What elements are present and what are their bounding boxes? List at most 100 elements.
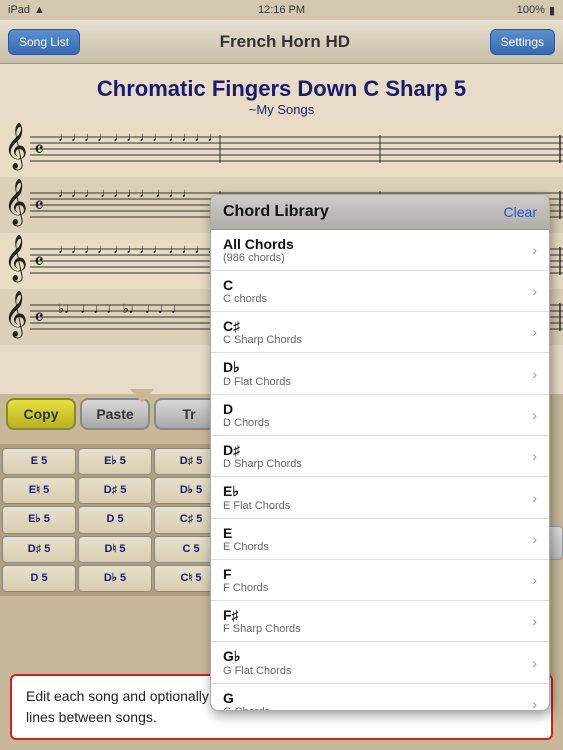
- chord-item-left: C♯ C Sharp Chords: [223, 318, 302, 346]
- key-d5[interactable]: D 5: [78, 506, 152, 533]
- main-area: Chromatic Fingers Down C Sharp 5 ~My Son…: [0, 64, 563, 750]
- key-row-1: E 5 E♭ 5 D♯ 5: [2, 448, 228, 475]
- svg-text:𝄞: 𝄞: [4, 123, 28, 171]
- chord-chevron-icon: ›: [532, 407, 537, 423]
- chord-item-left: C C chords: [223, 277, 267, 305]
- chord-item[interactable]: All Chords (986 chords) ›: [211, 230, 549, 271]
- key-e5[interactable]: E 5: [2, 448, 76, 475]
- chord-item-name: E♭: [223, 483, 290, 500]
- chord-chevron-icon: ›: [532, 655, 537, 671]
- key-db5-2[interactable]: D♭ 5: [78, 565, 152, 592]
- svg-text:𝄞: 𝄞: [4, 291, 28, 339]
- chord-chevron-icon: ›: [532, 366, 537, 382]
- battery-label: 100%: [517, 4, 545, 16]
- key-d5-2[interactable]: D 5: [2, 565, 76, 592]
- chord-item-sub: G Chords: [223, 706, 270, 710]
- song-subtitle: ~My Songs: [0, 102, 563, 121]
- chord-item[interactable]: D♭ D Flat Chords ›: [211, 353, 549, 395]
- key-row-2: E♮ 5 D♯ 5 D♭ 5: [2, 477, 228, 504]
- chord-item-name: D: [223, 401, 269, 417]
- svg-text:♩♩♩♩ ♩♩♩♩ ♩♩♩♩: ♩♩♩♩ ♩♩♩♩ ♩♩♩♩: [58, 129, 221, 144]
- chord-chevron-icon: ›: [532, 696, 537, 710]
- chord-item[interactable]: C♯ C Sharp Chords ›: [211, 312, 549, 353]
- chord-item-name: F♯: [223, 607, 301, 623]
- chord-list: All Chords (986 chords) › C C chords › C…: [211, 230, 549, 710]
- wifi-icon: ▲: [34, 4, 45, 16]
- chord-item-sub: D Sharp Chords: [223, 458, 302, 470]
- chord-item[interactable]: G G Chords ›: [211, 684, 549, 710]
- chord-item-left: D♯ D Sharp Chords: [223, 442, 302, 470]
- svg-text:𝄴: 𝄴: [34, 193, 44, 218]
- chord-item[interactable]: F♯ F Sharp Chords ›: [211, 601, 549, 642]
- chord-item-sub: F Chords: [223, 582, 268, 594]
- chord-item-sub: C chords: [223, 293, 267, 305]
- copy-paste-row: Copy Paste Tr: [0, 394, 230, 434]
- chord-chevron-icon: ›: [532, 448, 537, 464]
- chord-item-left: G♭ G Flat Chords: [223, 648, 291, 677]
- chord-item-name: All Chords: [223, 236, 294, 252]
- chord-item-sub: E Flat Chords: [223, 500, 290, 512]
- key-ds5-3[interactable]: D♯ 5: [2, 536, 76, 563]
- chord-item[interactable]: E♭ E Flat Chords ›: [211, 477, 549, 519]
- chord-item-left: E♭ E Flat Chords: [223, 483, 290, 512]
- chord-item-name: C: [223, 277, 267, 293]
- battery-icon: ▮: [549, 4, 555, 17]
- chord-item-sub: D Flat Chords: [223, 376, 291, 388]
- chord-item[interactable]: D D Chords ›: [211, 395, 549, 436]
- chord-item[interactable]: G♭ G Flat Chords ›: [211, 642, 549, 684]
- chord-library-header: Chord Library Clear: [211, 195, 549, 230]
- svg-text:𝄴: 𝄴: [34, 137, 44, 162]
- chord-item-name: C♯: [223, 318, 302, 334]
- piano-keys: E 5 E♭ 5 D♯ 5 E♮ 5 D♯ 5 D♭ 5 E♭ 5 D 5 C♯…: [0, 444, 230, 596]
- nav-bar: Song List French Horn HD Settings: [0, 20, 563, 64]
- status-bar: iPad ▲ 12:16 PM 100% ▮: [0, 0, 563, 20]
- key-eb5[interactable]: E♭ 5: [78, 448, 152, 475]
- chord-item-name: D♭: [223, 359, 291, 376]
- chord-item[interactable]: E E Chords ›: [211, 519, 549, 560]
- chord-item-left: D D Chords: [223, 401, 269, 429]
- indicator-triangle: [130, 389, 154, 403]
- copy-button[interactable]: Copy: [6, 398, 76, 430]
- chord-clear-button[interactable]: Clear: [504, 204, 537, 220]
- chord-item-left: All Chords (986 chords): [223, 236, 294, 264]
- chord-item[interactable]: C C chords ›: [211, 271, 549, 312]
- chord-item-left: E E Chords: [223, 525, 269, 553]
- svg-text:𝄴: 𝄴: [34, 305, 44, 330]
- chord-item-left: G G Chords: [223, 690, 270, 710]
- svg-text:𝄴: 𝄴: [34, 249, 44, 274]
- chord-item-left: D♭ D Flat Chords: [223, 359, 291, 388]
- chord-chevron-icon: ›: [532, 531, 537, 547]
- chord-item[interactable]: F F Chords ›: [211, 560, 549, 601]
- key-row-5: D 5 D♭ 5 C♮ 5: [2, 565, 228, 592]
- key-row-3: E♭ 5 D 5 C♯ 5: [2, 506, 228, 533]
- svg-text:♭♩ ♩♩♩ ♭♩ ♩♩♩: ♭♩ ♩♩♩ ♭♩ ♩♩♩: [58, 301, 184, 316]
- chord-item-name: G: [223, 690, 270, 706]
- chord-chevron-icon: ›: [532, 490, 537, 506]
- chord-chevron-icon: ›: [532, 572, 537, 588]
- key-en5[interactable]: E♮ 5: [2, 477, 76, 504]
- settings-button[interactable]: Settings: [490, 29, 555, 55]
- chord-item-name: D♯: [223, 442, 302, 458]
- chord-item-sub: F Sharp Chords: [223, 623, 301, 635]
- nav-title: French Horn HD: [220, 32, 350, 52]
- chord-item-sub: G Flat Chords: [223, 665, 291, 677]
- chord-item-sub: D Chords: [223, 417, 269, 429]
- key-ds5-2[interactable]: D♯ 5: [78, 477, 152, 504]
- svg-text:𝄞: 𝄞: [4, 235, 28, 283]
- svg-text:𝄞: 𝄞: [4, 179, 28, 227]
- svg-text:♩♩♩ ♩♩♩♩ ♩♩♩: ♩♩♩ ♩♩♩♩ ♩♩♩: [58, 185, 195, 200]
- key-row-4: D♯ 5 D♮ 5 C 5: [2, 536, 228, 563]
- chord-chevron-icon: ›: [532, 283, 537, 299]
- staff-1: 𝄞 𝄴 ♩♩♩♩ ♩♩♩♩ ♩♩♩♩: [0, 121, 563, 177]
- chord-item-left: F♯ F Sharp Chords: [223, 607, 301, 635]
- chord-item[interactable]: D♯ D Sharp Chords ›: [211, 436, 549, 477]
- key-eb5-2[interactable]: E♭ 5: [2, 506, 76, 533]
- key-dn5[interactable]: D♮ 5: [78, 536, 152, 563]
- chord-item-sub: E Chords: [223, 541, 269, 553]
- svg-text:♩♩♩♩ ♩♩♩♩ ♩♩♩♩: ♩♩♩♩ ♩♩♩♩ ♩♩♩♩: [58, 241, 221, 256]
- status-right: 100% ▮: [517, 4, 555, 17]
- song-title: Chromatic Fingers Down C Sharp 5: [0, 72, 563, 102]
- song-list-button[interactable]: Song List: [8, 29, 80, 55]
- chord-library-title: Chord Library: [223, 203, 329, 221]
- device-label: iPad: [8, 4, 30, 16]
